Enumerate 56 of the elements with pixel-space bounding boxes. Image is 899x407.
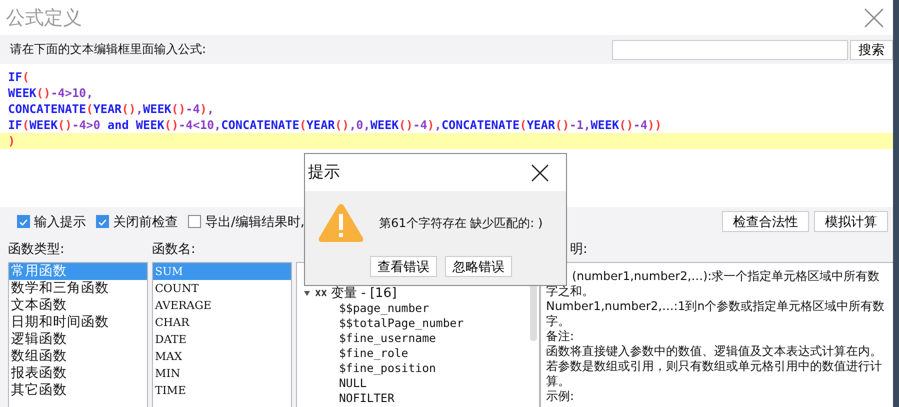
dialog-button[interactable]: 忽略错误 (445, 256, 512, 277)
collapse-icon[interactable] (303, 288, 311, 296)
action-button[interactable]: 模拟计算 (814, 211, 888, 232)
description-text: 备注: (546, 329, 575, 344)
window-title: 公式定义 (6, 6, 82, 30)
list-item[interactable]: COUNT (153, 280, 291, 297)
warning-icon (318, 203, 364, 243)
list-item[interactable]: 数学和三角函数 (9, 280, 147, 297)
code-line: IF( (8, 70, 30, 84)
list-item[interactable]: 日期和时间函数 (9, 314, 147, 331)
variable-icon (315, 288, 327, 298)
dialog-message: 第61个字符存在 缺少匹配的: ) (379, 214, 543, 232)
search-field[interactable] (612, 40, 848, 60)
list-item[interactable]: 数组函数 (9, 348, 147, 365)
dialog-title: 提示 (308, 162, 340, 183)
tree-node[interactable]: $$page_number (339, 300, 430, 314)
checkbox[interactable] (96, 215, 109, 228)
list-label: 明: (570, 241, 588, 259)
list-item[interactable]: DATE (153, 331, 291, 348)
description-text: 函数将直接键入参数中的数值、逻辑值及文本表达式计算在内。若参数是数组或引用，则只有数组或单元格引用中的数值进行计算。 (546, 344, 883, 389)
instruction-label: 请在下面的文本编辑框里面输入公式: (10, 41, 208, 58)
description-text: (number1,number2,…):求一个指定单元格区域中所有数字之和。 (546, 269, 881, 299)
description-text: Number1,number2,…:1到n个参数或指定单元格区域中所有数字。 (546, 299, 886, 329)
tree-node[interactable]: NOFILTER (339, 390, 394, 404)
list-item[interactable]: 其它函数 (9, 382, 147, 399)
list-item[interactable]: 报表函数 (9, 365, 147, 382)
tree-node[interactable]: 变量 - [16] (331, 284, 397, 302)
list-item[interactable]: 文本函数 (9, 297, 147, 314)
checkbox-label: 关闭前检查 (113, 214, 178, 230)
tree-node[interactable]: $fine_role (339, 346, 408, 360)
checkbox[interactable] (17, 215, 30, 228)
search-button[interactable]: 搜索 (850, 40, 893, 60)
list-item[interactable]: MIN (153, 365, 291, 382)
list-item[interactable]: TIME (153, 382, 291, 399)
action-button[interactable]: 检查合法性 (722, 211, 809, 232)
tree-node[interactable]: NULL (339, 376, 367, 390)
list-label: 函数类型: (8, 241, 64, 259)
code-line: WEEK()-4>10, (8, 86, 94, 100)
close-icon[interactable] (531, 164, 549, 182)
tree-node[interactable]: $fine_username (339, 330, 436, 344)
dialog-button[interactable]: 查看错误 (370, 256, 437, 277)
list-item[interactable]: MAX (153, 348, 291, 365)
description-text: 示例: (546, 389, 575, 404)
scrollbar[interactable] (530, 283, 537, 341)
code-line: CONCATENATE(YEAR(),WEEK()-4), (8, 102, 214, 116)
list-item[interactable]: 逻辑函数 (9, 331, 147, 348)
tree-node[interactable]: $fine_position (339, 360, 436, 374)
code-line: IF(WEEK()-4>0 and WEEK()-4<10,CONCATENATE(YEAR(),0,WEEK()-4),CONCATENATE(YEAR()-1,WEEK()-4)) (8, 118, 662, 132)
checkbox[interactable] (188, 215, 201, 228)
code-line: ) (8, 134, 16, 148)
tree-node[interactable]: $$totalPage_number (339, 316, 464, 330)
checkbox-label: 导出/编辑结果时, (205, 214, 305, 230)
checkbox-label: 输入提示 (34, 214, 86, 230)
list-item[interactable]: CHAR (153, 314, 291, 331)
list-label: 函数名: (152, 241, 196, 259)
list-item[interactable]: AVERAGE (153, 297, 291, 314)
